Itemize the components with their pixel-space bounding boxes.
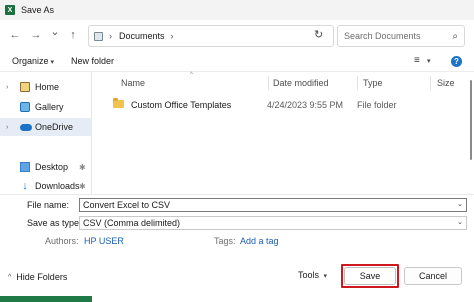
breadcrumb-documents[interactable]: Documents (119, 31, 165, 41)
file-name-dropdown-icon[interactable]: ⌄ (457, 199, 463, 211)
downloads-icon: ↓ (22, 180, 28, 192)
tools-dropdown-icon: ▾ (323, 273, 328, 280)
authors-value[interactable]: HP USER (84, 236, 124, 246)
breadcrumb-chevron-icon[interactable]: › (171, 31, 174, 41)
sidebar-item-label: OneDrive (35, 122, 74, 132)
vertical-scrollbar[interactable] (466, 72, 474, 194)
add-tag-link[interactable]: Add a tag (240, 236, 279, 246)
hide-folders-button[interactable]: ^ Hide Folders (8, 272, 67, 282)
file-row[interactable]: Custom Office Templates 4/24/2023 9:55 P… (107, 96, 463, 114)
folder-icon (113, 98, 124, 108)
gallery-icon (20, 102, 30, 112)
excel-window-strip (0, 296, 92, 302)
expand-chevron-icon[interactable]: › (6, 84, 8, 91)
onedrive-icon (20, 124, 32, 131)
column-divider[interactable] (357, 76, 358, 90)
back-arrow-icon[interactable]: ← (8, 28, 22, 42)
file-list: ^ Name Date modified Type Size Custom Of… (93, 72, 466, 194)
save-as-type-dropdown-icon[interactable]: ⌄ (457, 217, 463, 229)
column-header-type[interactable]: Type (363, 78, 383, 88)
sidebar-item-onedrive[interactable]: › OneDrive (0, 118, 92, 136)
column-header-name[interactable]: Name (121, 78, 145, 88)
file-name-label: File name: (27, 200, 70, 210)
sidebar-item-label: Downloads (35, 181, 80, 191)
search-input[interactable]: Search Documents ⌕ (337, 25, 465, 47)
breadcrumb-separator-icon: › (109, 31, 112, 41)
file-name-input[interactable]: Convert Excel to CSV ⌄ (79, 198, 467, 212)
sidebar-item-desktop[interactable]: Desktop ✱ (0, 158, 92, 176)
file-name-value: Convert Excel to CSV (83, 200, 171, 210)
folder-location-icon (94, 31, 103, 41)
forward-arrow-icon[interactable]: → (29, 28, 43, 42)
file-type: File folder (357, 100, 397, 110)
collapse-chevron-icon: ^ (8, 273, 12, 281)
tags-label: Tags: (214, 236, 236, 246)
view-dropdown-icon[interactable]: ▾ (427, 57, 431, 65)
column-header-size[interactable]: Size (437, 78, 455, 88)
dialog-title: Save As (21, 5, 55, 15)
save-button[interactable]: Save (344, 267, 396, 285)
recent-locations-chevron-icon[interactable]: ⌄ (48, 25, 62, 39)
organize-menu[interactable]: Organize ▾ (12, 56, 54, 66)
view-options-icon[interactable]: ≡ (414, 55, 420, 66)
pin-icon: ✱ (79, 162, 86, 172)
navigation-bar: ← → ⌄ ↑ › Documents › ↻ Search Documents… (0, 22, 474, 50)
authors-label: Authors: (45, 236, 79, 246)
desktop-icon (20, 162, 30, 172)
title-bar: X Save As (0, 0, 474, 20)
tools-menu[interactable]: Tools ▾ (298, 270, 327, 280)
sidebar-item-label: Gallery (35, 102, 64, 112)
file-date-modified: 4/24/2023 9:55 PM (267, 100, 344, 110)
home-icon (20, 82, 30, 92)
tools-label: Tools (298, 270, 320, 280)
organize-dropdown-icon: ▾ (50, 59, 55, 66)
command-bar: Organize ▾ New folder ≡ ▾ ? (0, 52, 474, 72)
cancel-button[interactable]: Cancel (404, 267, 462, 285)
search-icon[interactable]: ⌕ (452, 31, 458, 42)
sidebar-item-home[interactable]: › Home (0, 78, 92, 96)
file-name: Custom Office Templates (131, 100, 232, 110)
save-form: File name: Convert Excel to CSV ⌄ Save a… (0, 194, 474, 256)
address-bar[interactable]: › Documents › (88, 25, 334, 47)
new-folder-button[interactable]: New folder (71, 56, 114, 66)
expand-chevron-icon[interactable]: › (6, 124, 8, 131)
sidebar-item-gallery[interactable]: Gallery (0, 98, 92, 116)
sidebar-item-downloads[interactable]: ↓ Downloads ✱ (0, 177, 92, 195)
search-placeholder: Search Documents (344, 31, 421, 41)
save-as-type-value: CSV (Comma delimited) (83, 218, 181, 228)
column-divider[interactable] (268, 76, 269, 90)
pin-icon: ✱ (79, 181, 86, 191)
save-as-type-label: Save as type: (27, 218, 82, 228)
save-as-type-select[interactable]: CSV (Comma delimited) ⌄ (79, 216, 467, 230)
save-as-dialog: X Save As ← → ⌄ ↑ › Documents › ↻ Search… (0, 0, 474, 302)
scrollbar-thumb[interactable] (470, 80, 472, 160)
help-icon[interactable]: ? (451, 56, 462, 67)
excel-icon: X (5, 5, 15, 15)
navigation-pane: › Home Gallery › OneDrive Desktop ✱ ↓ Do… (0, 72, 92, 194)
sidebar-item-label: Home (35, 82, 60, 92)
column-divider[interactable] (430, 76, 431, 90)
refresh-icon[interactable]: ↻ (314, 28, 323, 41)
up-arrow-icon[interactable]: ↑ (66, 28, 80, 42)
column-header-date-modified[interactable]: Date modified (273, 78, 329, 88)
hide-folders-label: Hide Folders (16, 272, 68, 282)
organize-label: Organize (12, 56, 49, 66)
sort-caret-icon: ^ (190, 72, 193, 78)
sidebar-item-label: Desktop (35, 162, 69, 172)
